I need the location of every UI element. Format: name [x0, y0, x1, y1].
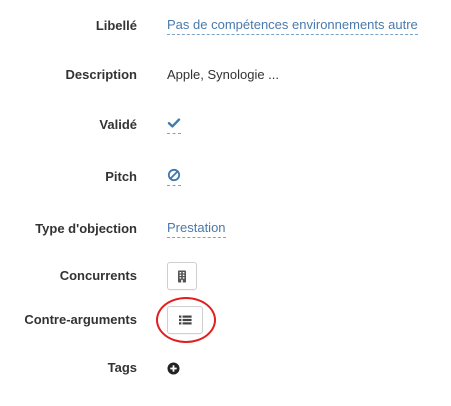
libelle-editable-value[interactable]: Pas de compétences environnements autre — [167, 17, 418, 35]
field-label-contre-arguments: Contre-arguments — [24, 312, 137, 327]
field-row-pitch: Pitch — [0, 168, 451, 186]
field-label-concurrents: Concurrents — [59, 268, 137, 283]
check-icon — [167, 118, 181, 128]
field-label-valide: Validé — [99, 117, 137, 132]
field-row-contre-arguments: Contre-arguments — [0, 306, 451, 334]
field-label-tags: Tags — [107, 360, 137, 375]
annotation-highlight-circle — [156, 297, 216, 343]
type-objection-editable-value[interactable]: Prestation — [167, 220, 226, 238]
building-icon — [178, 270, 186, 282]
field-label-pitch: Pitch — [105, 169, 137, 184]
field-row-valide: Validé — [0, 116, 451, 134]
plus-circle-icon[interactable] — [167, 362, 180, 375]
ban-icon — [167, 168, 181, 182]
description-value: Apple, Synologie ... — [167, 67, 280, 82]
field-row-concurrents: Concurrents — [0, 262, 451, 290]
pitch-toggle[interactable] — [167, 168, 181, 186]
field-label-type-objection: Type d'objection — [35, 221, 137, 236]
field-label-description: Description — [65, 67, 137, 82]
concurrents-button[interactable] — [167, 262, 197, 290]
field-row-tags: Tags — [0, 360, 451, 376]
field-row-type-objection: Type d'objection Prestation — [0, 220, 451, 238]
valide-toggle[interactable] — [167, 116, 181, 134]
field-row-libelle: Libellé Pas de compétences environnement… — [0, 17, 451, 35]
field-row-description: Description Apple, Synologie ... — [0, 67, 451, 83]
field-label-libelle: Libellé — [95, 18, 137, 33]
